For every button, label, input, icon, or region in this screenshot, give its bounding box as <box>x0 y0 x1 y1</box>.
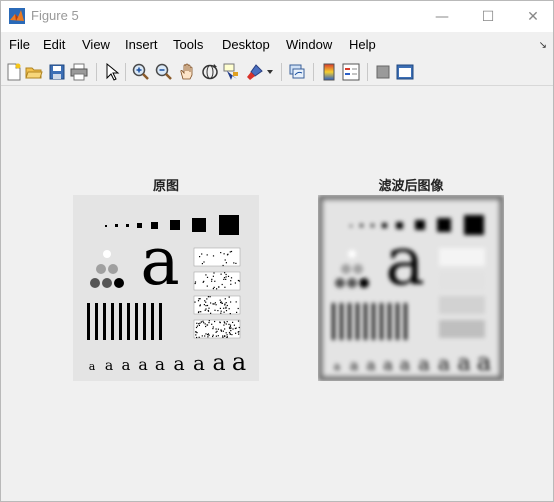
maximize-button[interactable]: ☐ <box>465 1 511 32</box>
svg-text:a: a <box>350 358 358 374</box>
svg-text:a: a <box>89 360 96 373</box>
svg-text:a: a <box>173 353 184 375</box>
svg-text:a: a <box>385 223 424 300</box>
toolbar-separator <box>125 63 126 81</box>
matlab-logo-icon <box>9 8 25 24</box>
large-letter: a <box>140 223 179 300</box>
window-title: Figure 5 <box>31 8 79 23</box>
svg-text:a: a <box>457 351 470 376</box>
brush-icon[interactable] <box>246 63 264 81</box>
left-axis-title: 原图 <box>152 179 179 194</box>
show-plot-tools-icon[interactable] <box>396 63 414 81</box>
menu-tools[interactable]: Tools <box>173 37 203 52</box>
svg-text:a: a <box>138 355 148 374</box>
svg-text:a: a <box>155 355 165 375</box>
toolbar-separator <box>281 63 282 81</box>
right-axis-title: 滤波后图像 <box>378 179 444 194</box>
toolbar-separator <box>96 63 97 81</box>
menu-window[interactable]: Window <box>286 37 332 52</box>
svg-text:a: a <box>212 351 225 376</box>
zoom-in-icon[interactable] <box>132 63 150 81</box>
hide-plot-tools-icon[interactable] <box>374 63 392 81</box>
figure-window: Figure 5 — ☐ ✕ File Edit View Insert Too… <box>0 0 554 502</box>
legend-icon[interactable] <box>342 63 360 81</box>
pointer-icon[interactable] <box>103 63 121 81</box>
close-button[interactable]: ✕ <box>510 1 554 32</box>
svg-text:a: a <box>105 358 113 374</box>
menu-file[interactable]: File <box>9 37 30 52</box>
toolbar-separator <box>367 63 368 81</box>
title-bar[interactable]: Figure 5 — ☐ ✕ <box>1 1 553 32</box>
menu-bar: File Edit View Insert Tools Desktop Wind… <box>1 34 553 56</box>
dock-arrow-icon[interactable]: ↘ <box>539 40 547 51</box>
minimize-icon: — <box>435 8 449 25</box>
minimize-button[interactable]: — <box>419 1 465 32</box>
menu-view[interactable]: View <box>82 37 110 52</box>
close-icon: ✕ <box>527 8 539 25</box>
brush-dropdown-icon[interactable] <box>267 70 273 74</box>
filtered-image: a a a a a a a a a a <box>318 195 504 381</box>
menu-edit[interactable]: Edit <box>43 37 65 52</box>
pan-icon[interactable] <box>178 63 196 81</box>
svg-text:a: a <box>232 348 246 376</box>
save-icon[interactable] <box>48 63 66 81</box>
zoom-out-icon[interactable] <box>155 63 173 81</box>
svg-text:a: a <box>383 355 393 374</box>
svg-text:a: a <box>367 356 376 374</box>
rotate-3d-icon[interactable] <box>201 63 219 81</box>
original-image: a a a a a a a a a a <box>73 195 259 381</box>
data-cursor-icon[interactable] <box>223 63 241 81</box>
svg-text:a: a <box>418 353 429 375</box>
menu-help[interactable]: Help <box>349 37 376 52</box>
link-plot-icon[interactable] <box>288 63 306 81</box>
toolbar-separator <box>313 63 314 81</box>
new-figure-icon[interactable] <box>5 63 23 81</box>
open-file-icon[interactable] <box>25 63 43 81</box>
svg-text:a: a <box>122 356 131 374</box>
svg-text:a: a <box>334 360 341 373</box>
figure-toolbar <box>1 59 553 86</box>
svg-text:a: a <box>400 355 410 375</box>
svg-text:a: a <box>477 348 491 376</box>
colorbar-icon[interactable] <box>320 63 338 81</box>
svg-text:a: a <box>193 351 205 375</box>
svg-text:a: a <box>438 351 450 375</box>
menu-desktop[interactable]: Desktop <box>222 37 270 52</box>
menu-insert[interactable]: Insert <box>125 37 158 52</box>
maximize-icon: ☐ <box>481 8 495 25</box>
print-icon[interactable] <box>70 63 88 81</box>
